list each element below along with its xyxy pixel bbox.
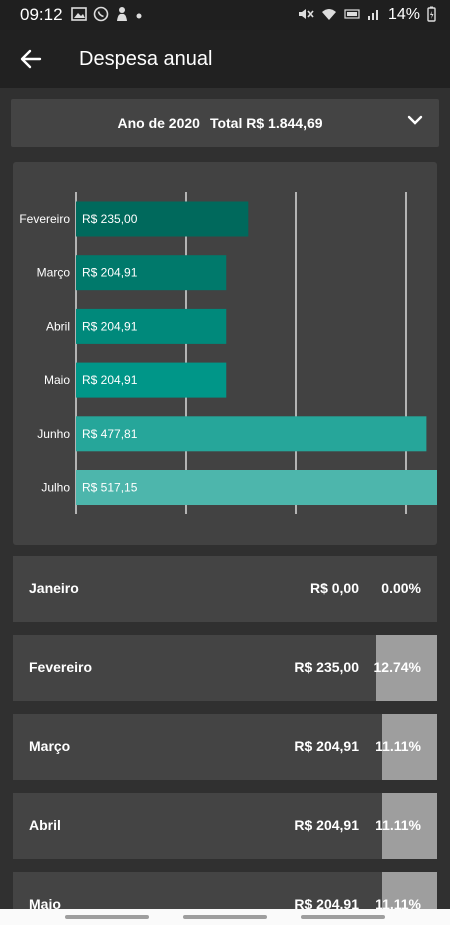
- month-label: Março: [29, 738, 71, 754]
- notification-icon: [115, 6, 129, 25]
- app-bar: Despesa anual: [0, 30, 450, 88]
- status-bar: 09:12 14%: [0, 0, 450, 30]
- category-label: Abril: [46, 319, 70, 333]
- back-button[interactable]: [0, 30, 62, 88]
- percent-label: 12.74%: [373, 659, 421, 675]
- data-label: R$ 204,91: [82, 266, 138, 280]
- category-label: Fevereiro: [19, 212, 70, 226]
- signal-icon: [367, 7, 381, 24]
- wifi-icon: [321, 7, 337, 24]
- year-label: Ano de 2020: [117, 115, 200, 131]
- category-label: Março: [37, 266, 71, 280]
- bar-chart: Fevereiro R$ 235,00 Março R$ 204,91 Abril R$ …: [19, 192, 437, 514]
- month-label: Fevereiro: [29, 659, 93, 675]
- percent-label: 0.00%: [381, 580, 421, 596]
- dot-icon: [135, 8, 143, 23]
- battery-percent: 14%: [387, 6, 420, 23]
- whatsapp-icon: [93, 6, 109, 25]
- category-label: Julho: [41, 481, 70, 495]
- category-label: Junho: [37, 427, 70, 441]
- year-selector[interactable]: Ano de 2020 Total R$ 1.844,69: [11, 99, 439, 147]
- data-label: R$ 204,91: [82, 319, 138, 333]
- list-item[interactable]: Fevereiro R$ 235,00 12.74%: [13, 635, 437, 701]
- month-label: Janeiro: [29, 580, 79, 596]
- data-label: R$ 517,15: [82, 481, 138, 495]
- amount-label: R$ 204,91: [294, 738, 359, 754]
- list-item[interactable]: Janeiro R$ 0,00 0.00%: [13, 556, 437, 622]
- chevron-down-icon: [407, 115, 423, 125]
- gallery-icon: [70, 6, 87, 24]
- total-label: Total R$ 1.844,69: [209, 115, 323, 131]
- amount-label: R$ 0,00: [309, 580, 359, 596]
- data-label: R$ 204,91: [82, 373, 138, 387]
- expense-chart: Fevereiro R$ 235,00 Março R$ 204,91 Abril R$ …: [13, 162, 437, 545]
- list-item[interactable]: Março R$ 204,91 11.11%: [13, 714, 437, 780]
- status-time: 09:12: [20, 5, 63, 24]
- mute-icon: [298, 7, 314, 24]
- percent-label: 11.11%: [375, 738, 421, 754]
- amount-label: R$ 235,00: [294, 659, 359, 675]
- data-label: R$ 477,81: [82, 427, 138, 441]
- nav-handle: [301, 915, 385, 919]
- page-title: Despesa anual: [79, 47, 213, 70]
- data-label: R$ 235,00: [82, 212, 138, 226]
- list-item[interactable]: Abril R$ 204,91 11.11%: [13, 793, 437, 859]
- nav-handle: [183, 915, 267, 919]
- percent-label: 11.11%: [375, 817, 421, 833]
- arrow-back-icon: [20, 49, 42, 69]
- battery-icon: [427, 6, 436, 25]
- amount-label: R$ 204,91: [294, 817, 359, 833]
- category-label: Maio: [44, 373, 70, 387]
- system-nav-bar: [0, 909, 450, 925]
- nav-handle: [65, 915, 149, 919]
- lte-icon: [344, 7, 360, 24]
- month-label: Abril: [29, 817, 61, 833]
